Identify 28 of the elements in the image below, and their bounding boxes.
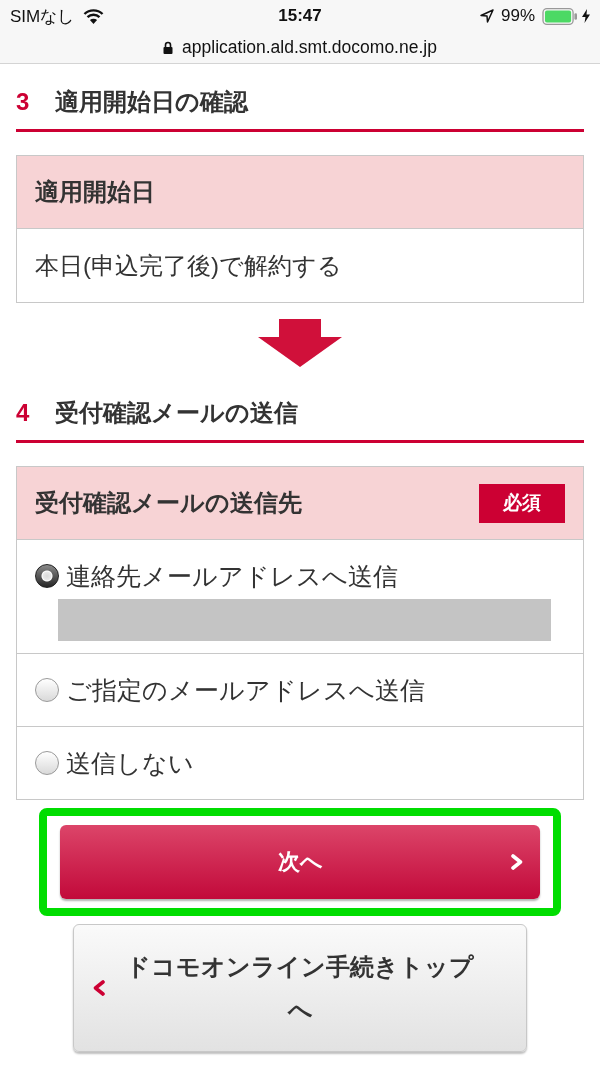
radio-label[interactable]: ご指定のメールアドレスへ送信 (66, 674, 425, 706)
chevron-left-icon (93, 980, 105, 996)
url-text: application.ald.smt.docomo.ne.jp (182, 37, 437, 58)
battery-percent: 99% (500, 6, 535, 26)
lock-icon (163, 41, 174, 54)
chevron-right-icon (511, 854, 523, 870)
section-number: 3 (16, 87, 30, 117)
card-value: 本日(申込完了後)で解約する (35, 250, 343, 281)
wifi-icon (83, 8, 105, 24)
location-arrow-icon (479, 9, 494, 23)
battery-icon (542, 7, 578, 25)
radio-button[interactable] (35, 564, 59, 588)
section-title: 受付確認メールの送信 (55, 398, 299, 428)
field-label: 適用開始日 (35, 177, 155, 207)
radio-button[interactable] (35, 751, 59, 775)
section-title: 適用開始日の確認 (55, 87, 249, 117)
radio-button[interactable] (35, 678, 59, 702)
radio-label[interactable]: 送信しない (66, 747, 194, 779)
back-button[interactable]: ドコモオンライン手続きトップへ (73, 924, 527, 1052)
carrier-label: SIMなし (10, 5, 75, 28)
required-badge: 必須 (479, 483, 565, 523)
radio-label[interactable]: 連絡先メールアドレスへ送信 (66, 560, 398, 592)
next-button[interactable]: 次へ (60, 825, 540, 899)
down-arrow-icon (258, 319, 342, 367)
field-label: 受付確認メールの送信先 (35, 488, 302, 518)
clock-time: 15:47 (278, 6, 322, 25)
section-number: 4 (16, 398, 30, 428)
charging-bolt-icon (582, 9, 590, 23)
